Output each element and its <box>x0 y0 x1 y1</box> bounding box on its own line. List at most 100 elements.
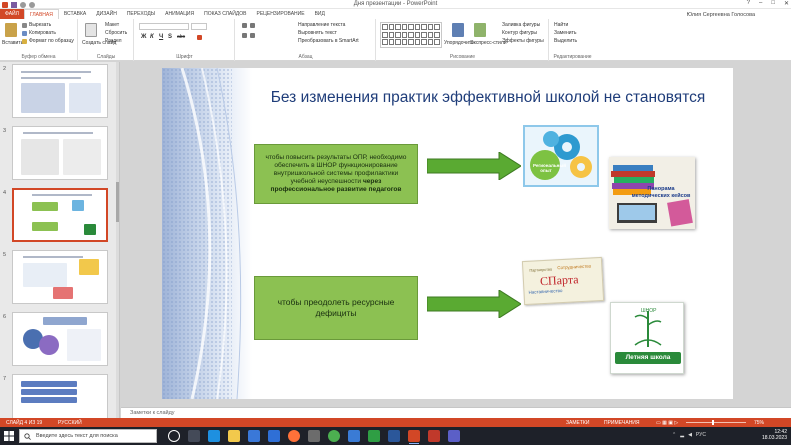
volume-icon[interactable]: ◀ <box>688 432 692 438</box>
powerpoint-icon[interactable] <box>408 430 420 444</box>
reason-box-1[interactable]: чтобы повысить результаты ОПР, необходим… <box>254 144 418 204</box>
bold-button[interactable]: Ж <box>141 34 146 40</box>
numbering-icon[interactable] <box>250 23 255 28</box>
reason-box-2[interactable]: чтобы преодолеть ресурсные дефициты <box>254 276 418 340</box>
font-color-icon[interactable] <box>197 35 202 40</box>
clock[interactable]: 12:42 18.03.2023 <box>762 429 787 441</box>
align-text-button[interactable]: Выровнять текст <box>298 30 337 36</box>
taskbar-search-input[interactable]: Введите здесь текст для поиска <box>19 429 157 443</box>
zoom-level[interactable]: 75% <box>754 420 764 426</box>
firefox-icon[interactable] <box>288 430 300 442</box>
new-slide-icon[interactable] <box>85 23 97 37</box>
tab-insert[interactable]: ВСТАВКА <box>59 9 91 19</box>
help-button[interactable]: ? <box>747 0 750 7</box>
view-buttons[interactable]: ▭ ▦ ▣ ▷ <box>656 420 678 426</box>
comments-toggle-button[interactable]: ПРИМЕЧАНИЯ <box>604 420 640 426</box>
app-icon[interactable] <box>348 430 360 442</box>
tab-file[interactable]: ФАЙЛ <box>0 9 24 19</box>
thumbnail-item[interactable]: 2 <box>0 64 118 120</box>
font-size-combo[interactable] <box>191 23 207 30</box>
shape-fill-button[interactable]: Заливка фигуры <box>502 22 540 28</box>
text-direction-button[interactable]: Направление текста <box>298 22 345 28</box>
notes-pane[interactable]: Заметки к слайду <box>121 407 791 418</box>
regional-experience-image[interactable]: Региональный опыт <box>523 125 599 187</box>
network-icon[interactable]: ▂ <box>680 432 684 438</box>
word-icon[interactable] <box>388 430 400 442</box>
copy-button[interactable]: Копировать <box>22 30 56 36</box>
close-button[interactable]: ✕ <box>784 0 789 7</box>
tab-animations[interactable]: АНИМАЦИЯ <box>160 9 199 19</box>
paste-icon[interactable] <box>5 23 17 37</box>
shape-outline-button[interactable]: Контур фигуры <box>502 30 537 36</box>
keyboard-language[interactable]: РУС <box>696 432 706 438</box>
language-indicator[interactable]: РУССКИЙ <box>58 420 82 426</box>
pdf-icon[interactable] <box>428 430 440 442</box>
align-center-icon[interactable] <box>250 33 255 38</box>
shapes-gallery[interactable] <box>380 22 442 48</box>
thumbnail-item[interactable]: 6 <box>0 312 118 368</box>
mail-icon[interactable] <box>268 430 280 442</box>
strike-button[interactable]: abc <box>177 34 185 40</box>
notes-toggle-button[interactable]: ЗАМЕТКИ <box>566 420 589 426</box>
shape-effects-button[interactable]: Эффекты фигуры <box>502 38 544 44</box>
teams-icon[interactable] <box>448 430 460 442</box>
summer-school-image[interactable]: ШНОР Летняя школа <box>610 302 684 374</box>
task-view-icon[interactable] <box>188 430 200 442</box>
replace-button[interactable]: Заменить <box>554 30 576 36</box>
find-button[interactable]: Найти <box>554 22 568 28</box>
store-icon[interactable] <box>248 430 260 442</box>
cortana-icon[interactable] <box>168 430 180 442</box>
thumbnail-item[interactable]: 5 <box>0 250 118 306</box>
layout-button[interactable]: Макет <box>105 22 119 28</box>
section-button[interactable]: Раздел <box>105 38 122 44</box>
tab-slideshow[interactable]: ПОКАЗ СЛАЙДОВ <box>199 9 251 19</box>
align-left-icon[interactable] <box>242 33 247 38</box>
tab-home[interactable]: ГЛАВНАЯ <box>23 9 59 19</box>
tab-view[interactable]: ВИД <box>310 9 330 19</box>
thumbnail-slide[interactable] <box>12 312 108 366</box>
tab-review[interactable]: РЕЦЕНЗИРОВАНИЕ <box>251 9 309 19</box>
minimize-button[interactable]: – <box>759 0 762 7</box>
italic-button[interactable]: К <box>150 34 154 40</box>
shadow-button[interactable]: S <box>168 34 172 40</box>
slide-editing-area[interactable]: Без изменения практик эффективной школой… <box>121 62 791 407</box>
thumbnail-item[interactable]: 3 <box>0 126 118 182</box>
paste-button[interactable]: Вставить <box>2 40 23 46</box>
thumbnail-slide[interactable] <box>12 250 108 304</box>
case-panorama-image[interactable]: Панорама методических кейсов <box>609 157 695 229</box>
bullets-icon[interactable] <box>242 23 247 28</box>
zoom-slider[interactable] <box>686 420 746 425</box>
thumbnail-slide-current[interactable] <box>12 188 108 242</box>
thumbnail-slide[interactable] <box>12 374 108 418</box>
zoom-knob[interactable] <box>712 420 714 425</box>
tab-design[interactable]: ДИЗАЙН <box>91 9 122 19</box>
slide-title[interactable]: Без изменения практик эффективной школой… <box>258 89 718 107</box>
font-name-combo[interactable] <box>139 23 189 30</box>
file-explorer-icon[interactable] <box>228 430 240 442</box>
current-slide[interactable]: Без изменения практик эффективной школой… <box>162 68 733 399</box>
chrome-icon[interactable] <box>328 430 340 442</box>
reset-button[interactable]: Сбросить <box>105 30 127 36</box>
tab-transitions[interactable]: ПЕРЕХОДЫ <box>122 9 160 19</box>
edge-icon[interactable] <box>208 430 220 442</box>
scrollbar-thumb[interactable] <box>116 182 119 222</box>
smartart-button[interactable]: Преобразовать в SmartArt <box>298 38 359 44</box>
sparta-image[interactable]: Сотрудничество Партнерство СПарта Настав… <box>521 256 605 306</box>
windows-start-icon[interactable] <box>4 431 14 441</box>
maximize-button[interactable]: □ <box>771 0 775 7</box>
system-tray[interactable]: ⌃ ▂ ◀ РУС <box>672 432 706 438</box>
thumbnail-slide[interactable] <box>12 64 108 118</box>
thumbnail-slide[interactable] <box>12 126 108 180</box>
underline-button[interactable]: Ч <box>159 34 163 40</box>
format-painter-button[interactable]: Формат по образцу <box>22 38 74 44</box>
thumbnail-item[interactable]: 7 <box>0 374 118 418</box>
app-icon[interactable] <box>308 430 320 442</box>
slide-thumbnails-panel[interactable]: 2 3 4 5 6 7 <box>0 62 120 418</box>
excel-icon[interactable] <box>368 430 380 442</box>
quick-styles-icon[interactable] <box>474 23 486 37</box>
chevron-up-icon[interactable]: ⌃ <box>672 432 676 438</box>
notes-placeholder[interactable]: Заметки к слайду <box>130 410 175 416</box>
user-name[interactable]: Юлия Сергеевна Голосова <box>687 12 755 18</box>
thumbnail-item-selected[interactable]: 4 <box>0 188 118 244</box>
select-button[interactable]: Выделить <box>554 38 577 44</box>
